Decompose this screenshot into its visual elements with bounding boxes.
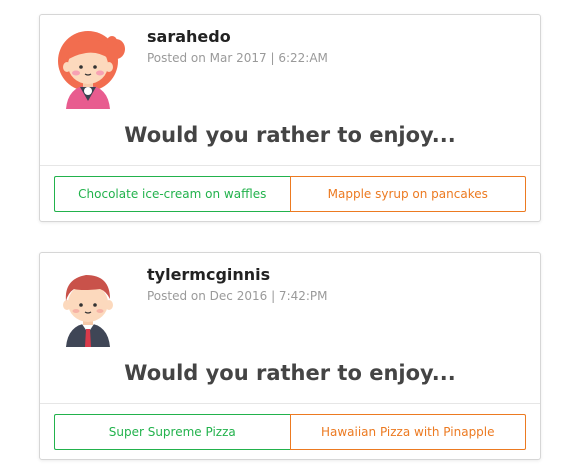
option-b-button[interactable]: Mapple syrup on pancakes (289, 176, 526, 212)
option-a-button[interactable]: Super Supreme Pizza (54, 414, 290, 450)
girl-avatar-icon (58, 31, 125, 109)
poll-card: tylermcginnis Posted on Dec 2016 | 7:42:… (39, 252, 541, 460)
posted-date: Posted on Dec 2016 | 7:42:PM (147, 289, 328, 303)
poll-question: Would you rather to enjoy... (124, 123, 456, 147)
poll-question: Would you rather to enjoy... (124, 361, 456, 385)
option-b-button[interactable]: Hawaiian Pizza with Pinapple (289, 414, 526, 450)
username: sarahedo (147, 27, 231, 46)
option-a-button[interactable]: Chocolate ice-cream on waffles (54, 176, 290, 212)
divider (40, 403, 540, 404)
posted-date: Posted on Mar 2017 | 6:22:AM (147, 51, 328, 65)
poll-card: sarahedo Posted on Mar 2017 | 6:22:AM Wo… (39, 14, 541, 222)
boy-avatar-icon (63, 275, 113, 347)
divider (40, 165, 540, 166)
poll-options: Chocolate ice-cream on waffles Mapple sy… (54, 176, 526, 212)
poll-options: Super Supreme Pizza Hawaiian Pizza with … (54, 414, 526, 450)
username: tylermcginnis (147, 265, 271, 284)
